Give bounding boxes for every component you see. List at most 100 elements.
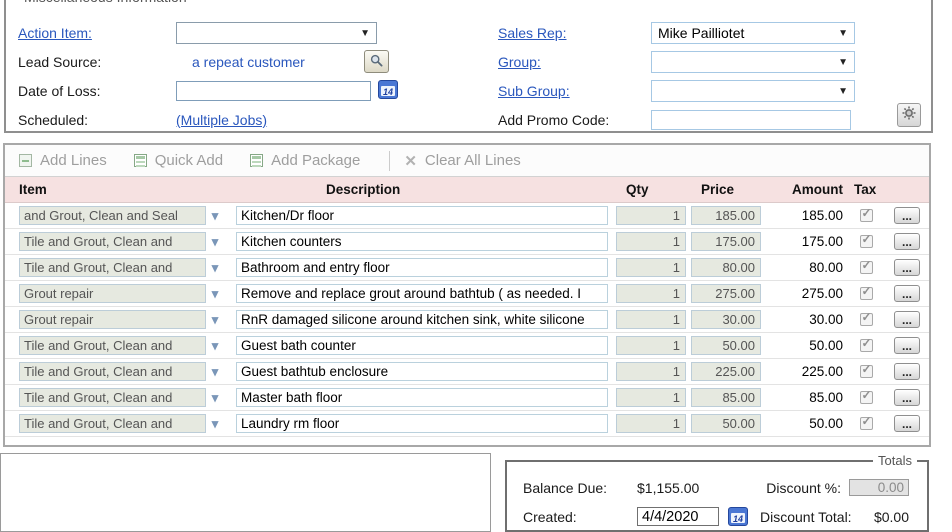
qty-input[interactable] bbox=[616, 336, 686, 355]
discount-total-label: Discount Total: bbox=[760, 509, 852, 525]
chevron-down-icon[interactable]: ▾ bbox=[206, 258, 224, 277]
item-select[interactable]: Tile and Grout, Clean and bbox=[19, 362, 206, 381]
price-input[interactable] bbox=[691, 336, 761, 355]
action-item-link[interactable]: Action Item: bbox=[18, 25, 92, 41]
row-options-button[interactable]: ... bbox=[894, 285, 920, 302]
price-input[interactable] bbox=[691, 362, 761, 381]
sales-rep-value: Mike Pailliotet bbox=[658, 25, 744, 41]
chevron-down-icon[interactable]: ▾ bbox=[206, 414, 224, 433]
description-input[interactable] bbox=[236, 258, 608, 277]
price-cell bbox=[691, 206, 761, 225]
item-select[interactable]: Tile and Grout, Clean and bbox=[19, 336, 206, 355]
chevron-down-icon[interactable]: ▾ bbox=[206, 336, 224, 355]
discount-pct-label: Discount %: bbox=[766, 480, 841, 496]
dots-cell: ... bbox=[885, 311, 929, 328]
price-input[interactable] bbox=[691, 388, 761, 407]
totals-legend: Totals bbox=[873, 453, 917, 468]
row-options-button[interactable]: ... bbox=[894, 389, 920, 406]
grid-header-row: Item Description Qty Price Amount Tax bbox=[5, 177, 929, 203]
description-input[interactable] bbox=[236, 388, 608, 407]
item-select-value: Grout repair bbox=[24, 286, 93, 301]
item-select[interactable]: Grout repair bbox=[19, 310, 206, 329]
group-link[interactable]: Group: bbox=[498, 54, 541, 70]
description-cell bbox=[236, 362, 608, 381]
description-input[interactable] bbox=[236, 310, 608, 329]
item-select[interactable]: Grout repair bbox=[19, 284, 206, 303]
item-select[interactable]: and Grout, Clean and Seal bbox=[19, 206, 206, 225]
item-select[interactable]: Tile and Grout, Clean and bbox=[19, 414, 206, 433]
chevron-down-icon[interactable]: ▾ bbox=[206, 284, 224, 303]
check-icon: ✓ bbox=[862, 284, 872, 298]
sub-group-select[interactable]: ▼ bbox=[651, 80, 855, 102]
qty-input[interactable] bbox=[616, 388, 686, 407]
item-select[interactable]: Tile and Grout, Clean and bbox=[19, 388, 206, 407]
price-input[interactable] bbox=[691, 414, 761, 433]
multiple-jobs-link[interactable]: (Multiple Jobs) bbox=[176, 112, 267, 128]
tax-checkbox[interactable]: ✓ bbox=[860, 417, 873, 430]
dots-cell: ... bbox=[885, 233, 929, 250]
item-select-value: Grout repair bbox=[24, 312, 93, 327]
tax-checkbox[interactable]: ✓ bbox=[860, 391, 873, 404]
add-lines-button[interactable]: Add Lines bbox=[19, 152, 107, 169]
item-select[interactable]: Tile and Grout, Clean and bbox=[19, 258, 206, 277]
tax-checkbox[interactable]: ✓ bbox=[860, 365, 873, 378]
tax-checkbox[interactable]: ✓ bbox=[860, 339, 873, 352]
discount-pct-input[interactable] bbox=[849, 479, 909, 496]
sales-rep-link[interactable]: Sales Rep: bbox=[498, 25, 566, 41]
qty-input[interactable] bbox=[616, 414, 686, 433]
tax-checkbox[interactable]: ✓ bbox=[860, 209, 873, 222]
lead-source-search-button[interactable] bbox=[364, 50, 389, 73]
action-item-select[interactable]: ▼ bbox=[176, 22, 377, 44]
row-options-button[interactable]: ... bbox=[894, 207, 920, 224]
price-input[interactable] bbox=[691, 206, 761, 225]
description-input[interactable] bbox=[236, 414, 608, 433]
calendar-icon[interactable]: 14 bbox=[728, 507, 748, 526]
tax-checkbox[interactable]: ✓ bbox=[860, 261, 873, 274]
chevron-down-icon[interactable]: ▾ bbox=[206, 232, 224, 251]
quick-add-button[interactable]: Quick Add bbox=[134, 152, 223, 169]
promo-code-input[interactable] bbox=[651, 110, 851, 130]
qty-input[interactable] bbox=[616, 232, 686, 251]
row-options-button[interactable]: ... bbox=[894, 311, 920, 328]
description-input[interactable] bbox=[236, 362, 608, 381]
tax-checkbox[interactable]: ✓ bbox=[860, 235, 873, 248]
add-package-button[interactable]: Add Package bbox=[250, 152, 360, 169]
description-input[interactable] bbox=[236, 206, 608, 225]
description-input[interactable] bbox=[236, 336, 608, 355]
row-options-button[interactable]: ... bbox=[894, 415, 920, 432]
promo-settings-button[interactable] bbox=[897, 103, 921, 127]
price-input[interactable] bbox=[691, 284, 761, 303]
row-options-button[interactable]: ... bbox=[894, 337, 920, 354]
tax-checkbox[interactable]: ✓ bbox=[860, 287, 873, 300]
price-input[interactable] bbox=[691, 310, 761, 329]
qty-input[interactable] bbox=[616, 310, 686, 329]
calendar-icon[interactable]: 14 bbox=[378, 80, 398, 99]
tax-checkbox[interactable]: ✓ bbox=[860, 313, 873, 326]
clear-all-lines-button[interactable]: ✕ Clear All Lines bbox=[404, 152, 520, 170]
price-input[interactable] bbox=[691, 232, 761, 251]
description-cell bbox=[236, 414, 608, 433]
row-options-button[interactable]: ... bbox=[894, 233, 920, 250]
group-select[interactable]: ▼ bbox=[651, 51, 855, 73]
item-select[interactable]: Tile and Grout, Clean and bbox=[19, 232, 206, 251]
row-options-button[interactable]: ... bbox=[894, 363, 920, 380]
sub-group-link[interactable]: Sub Group: bbox=[498, 83, 570, 99]
qty-input[interactable] bbox=[616, 258, 686, 277]
sales-rep-select[interactable]: Mike Pailliotet ▼ bbox=[651, 22, 855, 44]
chevron-down-icon[interactable]: ▾ bbox=[206, 388, 224, 407]
description-input[interactable] bbox=[236, 232, 608, 251]
price-input[interactable] bbox=[691, 258, 761, 277]
date-of-loss-input[interactable] bbox=[176, 81, 371, 101]
created-date-input[interactable] bbox=[637, 507, 719, 526]
qty-cell bbox=[616, 310, 686, 329]
chevron-down-icon[interactable]: ▾ bbox=[206, 206, 224, 225]
lead-source-value[interactable]: a repeat customer bbox=[192, 54, 305, 70]
qty-input[interactable] bbox=[616, 362, 686, 381]
row-options-button[interactable]: ... bbox=[894, 259, 920, 276]
qty-input[interactable] bbox=[616, 284, 686, 303]
chevron-down-icon[interactable]: ▾ bbox=[206, 310, 224, 329]
description-input[interactable] bbox=[236, 284, 608, 303]
qty-input[interactable] bbox=[616, 206, 686, 225]
item-cell: Tile and Grout, Clean and ▾ bbox=[19, 388, 224, 407]
chevron-down-icon[interactable]: ▾ bbox=[206, 362, 224, 381]
